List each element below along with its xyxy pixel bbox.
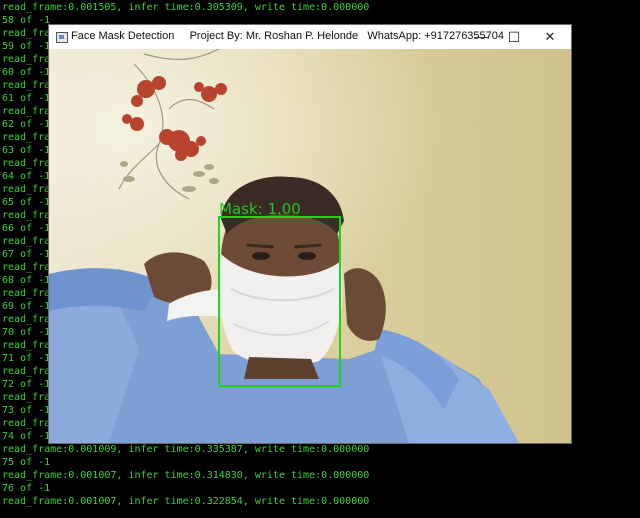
console-line: 66 of -1	[2, 223, 51, 234]
console-line: 61 of -1	[2, 93, 51, 104]
window-titlebar[interactable]: Face Mask Detection Project By: Mr. Rosh…	[49, 25, 571, 49]
console-line: 73 of -1	[2, 405, 51, 416]
console-line: 67 of -1	[2, 249, 51, 260]
console-line: read_fra	[2, 158, 51, 169]
console-line: read_fra	[2, 314, 51, 325]
console-line: 71 of -1	[2, 353, 51, 364]
console-line: read_fra	[2, 210, 51, 221]
app-window-icon	[56, 32, 68, 43]
console-line: 65 of -1	[2, 197, 51, 208]
camera-feed: Mask: 1.00	[49, 49, 571, 443]
console-line: 76 of -1	[2, 483, 51, 494]
console-line: read_frame:0.001007, infer time:0.314830…	[2, 470, 370, 481]
console-line: read_fra	[2, 288, 51, 299]
console-top-line: read_frame:0.001505, infer time:0.305309…	[2, 2, 370, 13]
console-line: 75 of -1	[2, 457, 51, 468]
console-line: read_frame:0.001007, infer time:0.322854…	[2, 496, 370, 507]
console-line: read_fra	[2, 236, 51, 247]
console-line: read_fra	[2, 80, 51, 91]
console-line: read_fra	[2, 184, 51, 195]
face-mask-detection-window[interactable]: Face Mask Detection Project By: Mr. Rosh…	[49, 25, 571, 443]
console-line: 64 of -1	[2, 171, 51, 182]
console-line: read_fra	[2, 54, 51, 65]
console-line: read_fra	[2, 340, 51, 351]
console-line: read_fra	[2, 28, 51, 39]
console-line: read_fra	[2, 392, 51, 403]
console-line: 72 of -1	[2, 379, 51, 390]
console-line: 74 of -1	[2, 431, 51, 442]
maximize-button[interactable]: ☐	[496, 25, 532, 49]
face-detection-box	[218, 216, 341, 387]
console-line: 58 of -1	[2, 15, 51, 26]
console-line: 70 of -1	[2, 327, 51, 338]
console-line: read_fra	[2, 132, 51, 143]
console-line: read_fra	[2, 366, 51, 377]
minimize-button[interactable]: —	[463, 25, 499, 49]
console-line: 62 of -1	[2, 119, 51, 130]
console-line: read_frame:0.001009, infer time:0.335387…	[2, 444, 370, 455]
console-line: read_fra	[2, 418, 51, 429]
console-line: 69 of -1	[2, 301, 51, 312]
console-line: 60 of -1	[2, 67, 51, 78]
console-line: 59 of -1	[2, 41, 51, 52]
close-button[interactable]: ✕	[532, 25, 568, 49]
console-line: read_fra	[2, 106, 51, 117]
window-title: Face Mask Detection Project By: Mr. Rosh…	[71, 30, 505, 42]
console-line: read_fra	[2, 262, 51, 273]
console-line: 68 of -1	[2, 275, 51, 286]
console-line: 63 of -1	[2, 145, 51, 156]
